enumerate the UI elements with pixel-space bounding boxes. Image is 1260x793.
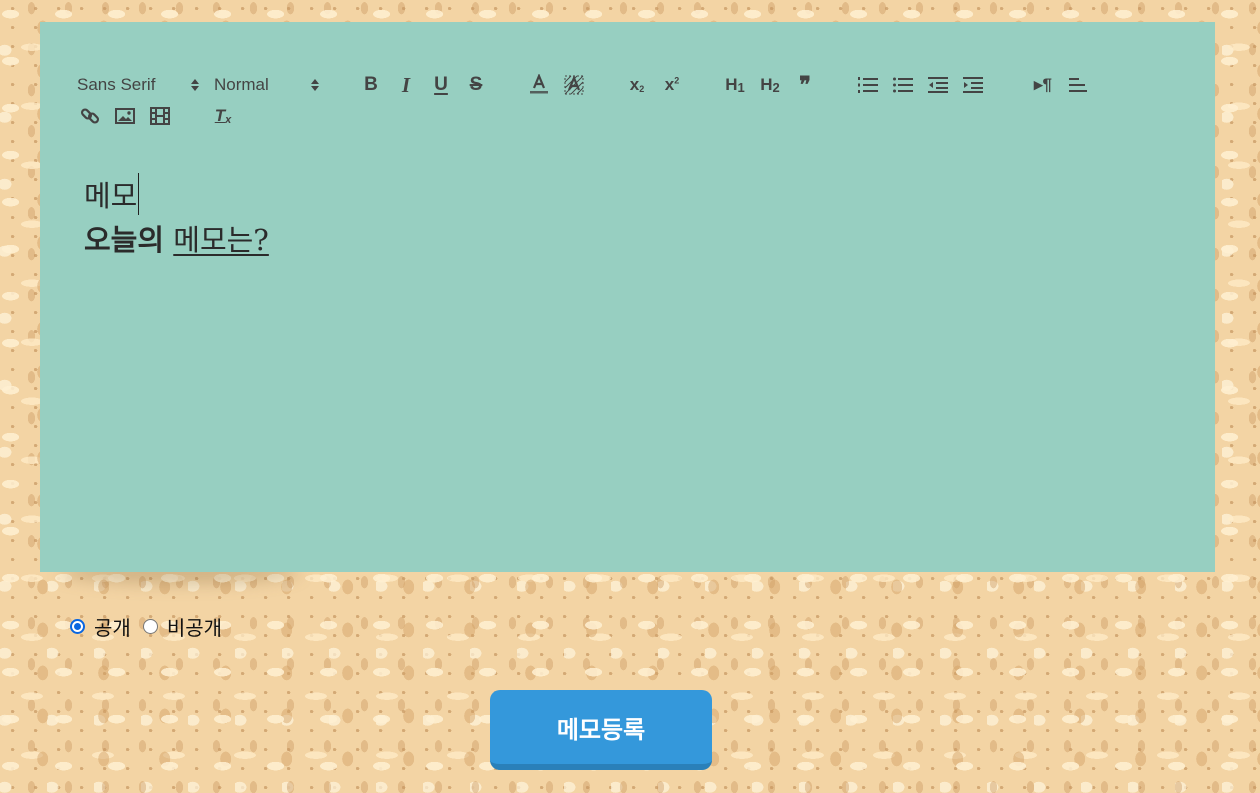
bold-icon: B [364,74,378,95]
underline-button[interactable]: U [427,72,455,98]
superscript-button[interactable]: x2 [658,72,686,98]
image-icon [115,108,135,124]
public-label: 공개 [94,616,131,640]
ordered-list-button[interactable] [854,72,882,98]
text-direction-button[interactable]: ▸¶ [1029,72,1057,98]
font-picker-arrows-icon [191,79,199,91]
font-size-value: Normal [214,75,269,94]
strike-icon: S [469,74,483,95]
bullet-list-button[interactable] [889,72,917,98]
link-icon [80,108,100,124]
editor-content[interactable]: 메모 오늘의 메모는? [84,172,269,260]
memo-text: 메모 [84,179,138,213]
subscript-icon: x2 [629,75,645,94]
header-2-button[interactable]: H2 [756,72,784,98]
memo-editor: Sans Serif Normal B I U S x2 x2 H1 H2 ❞ … [40,22,1215,572]
subscript-button[interactable]: x2 [623,72,651,98]
toolbar-row-1: Sans Serif Normal B I U S x2 x2 H1 H2 ❞ … [76,72,1099,98]
private-radio[interactable] [142,619,158,634]
font-color-icon [530,74,548,94]
private-label: 비공개 [166,616,223,640]
header-1-icon: H1 [725,75,745,95]
visibility-options: 공개 비공개 [70,612,234,641]
ordered-list-icon [858,77,878,93]
text-direction-icon: ▸¶ [1034,75,1052,94]
register-memo-label: 메모등록 [556,714,646,744]
blockquote-icon: ❞ [799,72,811,97]
font-size-picker[interactable]: Normal [213,75,319,95]
bullet-list-icon [893,77,913,93]
indent-icon [963,77,983,93]
italic-button[interactable]: I [392,72,420,98]
background-color-button[interactable] [560,72,588,98]
font-color-button[interactable] [525,72,553,98]
image-button[interactable] [111,103,139,129]
toolbar-row-2: Tx [76,103,244,129]
header-1-button[interactable]: H1 [721,72,749,98]
public-option[interactable]: 공개 [70,612,131,641]
video-icon [150,107,170,125]
public-radio[interactable] [70,619,85,634]
header-2-icon: H2 [760,75,780,95]
register-memo-button[interactable]: 메모등록 [490,690,712,770]
private-option[interactable]: 비공개 [142,612,223,641]
clear-format-icon: Tx [214,106,232,126]
link-button[interactable] [76,103,104,129]
outdent-icon [928,77,948,93]
editor-line-1: 메모 [84,172,269,216]
background-color-icon [564,75,584,95]
italic-icon: I [401,72,411,97]
strike-button[interactable]: S [462,72,490,98]
clear-format-button[interactable]: Tx [209,103,237,129]
font-family-picker[interactable]: Sans Serif [76,75,199,95]
bold-text: 오늘의 [84,223,165,257]
underline-icon: U [434,74,448,95]
outdent-button[interactable] [924,72,952,98]
video-button[interactable] [146,103,174,129]
editor-line-2: 오늘의 메모는? [84,216,269,260]
text-caret [138,173,140,215]
underlined-text: 메모는? [173,223,269,257]
blockquote-button[interactable]: ❞ [791,72,819,98]
align-icon [1069,78,1087,92]
superscript-icon: x2 [664,75,680,94]
bold-button[interactable]: B [357,72,385,98]
align-button[interactable] [1064,72,1092,98]
font-family-value: Sans Serif [77,75,156,94]
size-picker-arrows-icon [311,79,319,91]
indent-button[interactable] [959,72,987,98]
